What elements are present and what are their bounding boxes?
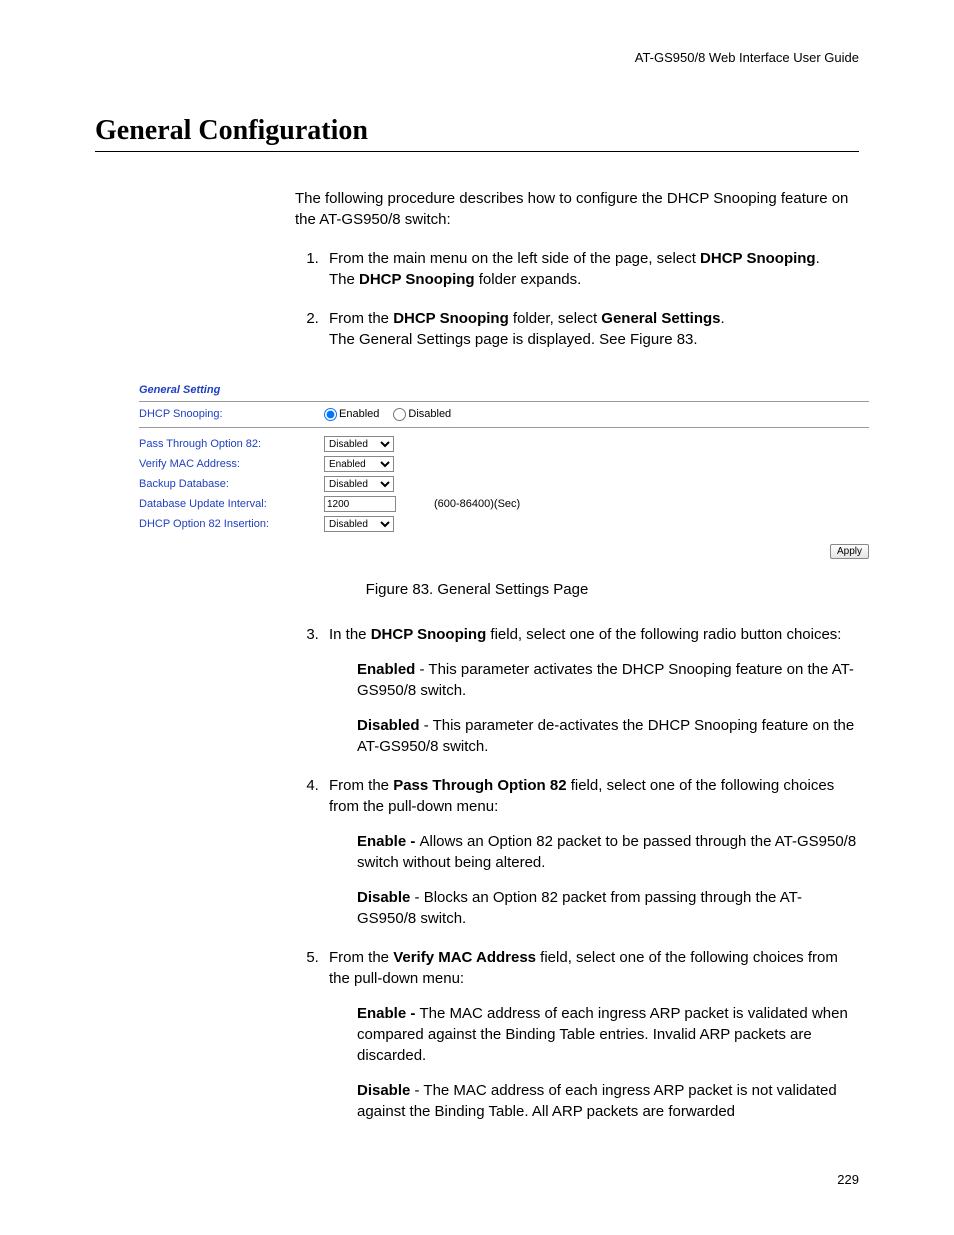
step5-enable-b: Enable - — [357, 1005, 420, 1022]
select-backupdb[interactable]: Disabled — [324, 476, 394, 492]
select-passthrough[interactable]: Disabled — [324, 436, 394, 452]
step-2: From the DHCP Snooping folder, select Ge… — [323, 308, 859, 350]
radio-disabled-label[interactable]: Disabled — [393, 408, 451, 421]
step1-text-pre: From the main menu on the left side of t… — [329, 250, 700, 267]
radio-enabled-text: Enabled — [339, 408, 379, 421]
step-4: From the Pass Through Option 82 field, s… — [323, 775, 859, 929]
step3-bold1: DHCP Snooping — [371, 626, 487, 643]
gs-label-dbinterval: Database Update Interval: — [139, 498, 324, 511]
step-5: From the Verify MAC Address field, selec… — [323, 947, 859, 1122]
step2-bold2: General Settings — [601, 310, 720, 327]
step4-enable-t: Allows an Option 82 packet to be passed … — [357, 833, 856, 871]
gs-dbinterval-range: (600-86400)(Sec) — [434, 498, 520, 511]
gs-label-opt82ins: DHCP Option 82 Insertion: — [139, 518, 324, 531]
step2-line2: The General Settings page is displayed. … — [329, 331, 698, 348]
step5-disable-b: Disable — [357, 1082, 410, 1099]
page-number: 229 — [95, 1172, 859, 1187]
step2-post: . — [721, 310, 725, 327]
step3-enabled-t: - This parameter activates the DHCP Snoo… — [357, 661, 854, 699]
step1-line2a: The — [329, 271, 359, 288]
step1-bold1: DHCP Snooping — [700, 250, 816, 267]
gs-panel-title: General Setting — [139, 380, 869, 402]
step3-disabled-t: - This parameter de-activates the DHCP S… — [357, 717, 854, 755]
step4-disable-b: Disable — [357, 889, 410, 906]
gs-label-passthrough: Pass Through Option 82: — [139, 438, 324, 451]
step2-mid: folder, select — [509, 310, 602, 327]
page-header: AT-GS950/8 Web Interface User Guide — [95, 50, 859, 65]
step4-pre: From the — [329, 777, 393, 794]
select-verifymac[interactable]: Enabled — [324, 456, 394, 472]
gs-label-verifymac: Verify MAC Address: — [139, 458, 324, 471]
step1-line2c: folder expands. — [475, 271, 582, 288]
select-opt82ins[interactable]: Disabled — [324, 516, 394, 532]
step3-post: field, select one of the following radio… — [486, 626, 841, 643]
step4-disable-t: - Blocks an Option 82 packet from passin… — [357, 889, 802, 927]
section-title: General Configuration — [95, 115, 859, 152]
step5-pre: From the — [329, 949, 393, 966]
step4-bold1: Pass Through Option 82 — [393, 777, 566, 794]
step3-enabled-b: Enabled — [357, 661, 415, 678]
step-1: From the main menu on the left side of t… — [323, 248, 859, 290]
radio-disabled[interactable] — [393, 408, 406, 421]
step2-bold1: DHCP Snooping — [393, 310, 509, 327]
step4-enable-b: Enable - — [357, 833, 420, 850]
step5-disable-t: - The MAC address of each ingress ARP pa… — [357, 1082, 837, 1120]
step1-text-post1: . — [816, 250, 820, 267]
figure-caption: Figure 83. General Settings Page — [95, 581, 859, 598]
step5-enable-t: The MAC address of each ingress ARP pack… — [357, 1005, 848, 1064]
gs-label-snooping: DHCP Snooping: — [139, 408, 324, 421]
radio-enabled[interactable] — [324, 408, 337, 421]
figure-83: General Setting DHCP Snooping: Enabled D… — [139, 380, 869, 559]
apply-button[interactable]: Apply — [830, 544, 869, 559]
gs-label-backupdb: Backup Database: — [139, 478, 324, 491]
radio-enabled-label[interactable]: Enabled — [324, 408, 379, 421]
step1-line2b: DHCP Snooping — [359, 271, 475, 288]
step3-disabled-b: Disabled — [357, 717, 420, 734]
step2-pre: From the — [329, 310, 393, 327]
step-3: In the DHCP Snooping field, select one o… — [323, 624, 859, 757]
step3-pre: In the — [329, 626, 371, 643]
radio-disabled-text: Disabled — [408, 408, 451, 421]
step5-bold1: Verify MAC Address — [393, 949, 536, 966]
input-dbinterval[interactable] — [324, 496, 396, 512]
intro-paragraph: The following procedure describes how to… — [295, 188, 859, 230]
